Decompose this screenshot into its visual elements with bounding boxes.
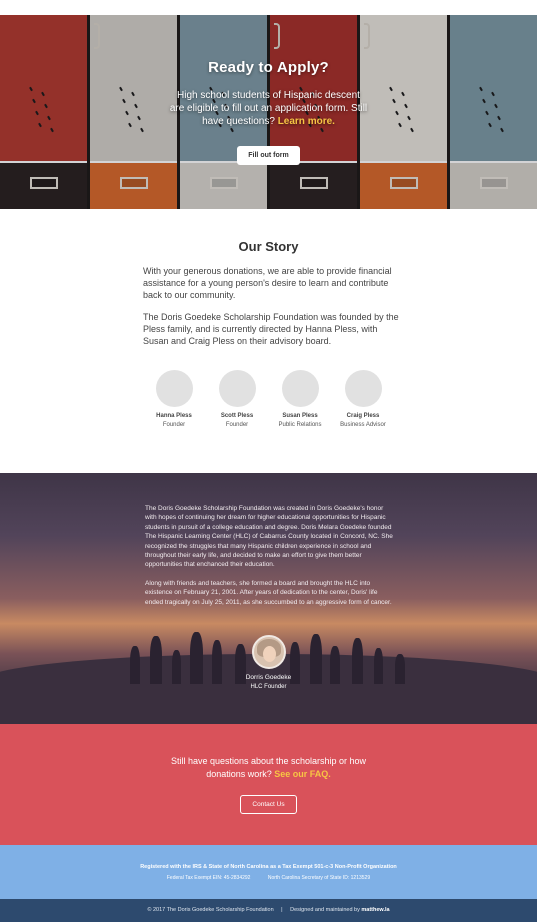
faq-link[interactable]: See our FAQ. [274, 769, 331, 779]
history-text: The Doris Goedeke Scholarship Foundation… [145, 504, 393, 607]
story-title: Our Story [238, 239, 299, 254]
learn-more-link[interactable]: Learn more. [278, 116, 335, 127]
hero-text: High school students of Hispanic descent… [169, 89, 369, 128]
hero-title: Ready to Apply? [208, 59, 329, 76]
history-paragraph-2: Along with friends and teachers, she for… [145, 579, 392, 606]
founder-name: Dorris Goedeke [245, 674, 292, 681]
hero-section: Ready to Apply? High school students of … [0, 15, 537, 209]
hero-description: High school students of Hispanic descent… [169, 90, 368, 127]
founder-role: HLC Founder [250, 684, 287, 690]
founder-card: Dorris Goedeke HLC Founder [0, 635, 537, 692]
founder-photo [251, 635, 286, 669]
story-paragraph-1: With your generous donations, we are abl… [143, 266, 392, 300]
avatar [218, 370, 256, 407]
member-name: Craig Pless [346, 413, 380, 419]
faq-text: Still have questions about the scholarsh… [160, 755, 377, 781]
fill-out-form-button[interactable]: Fill out form [237, 146, 300, 165]
faq-section: Still have questions about the scholarsh… [0, 724, 537, 845]
history-paragraph-1: The Doris Goedeke Scholarship Foundation… [145, 505, 393, 569]
avatar [344, 370, 382, 407]
registration-ids: Federal Tax Exempt EIN: 45-2834292 North… [0, 875, 537, 881]
history-section: The Doris Goedeke Scholarship Foundation… [0, 473, 537, 724]
designer-link[interactable]: matthew.la [361, 907, 389, 913]
our-story-section: Our Story With your generous donations, … [0, 209, 537, 473]
registration-info: Registered with the IRS & State of North… [0, 845, 537, 899]
team-member: Craig Pless Business Advisor [323, 370, 403, 430]
footer-separator: | [281, 907, 283, 913]
federal-ein: Federal Tax Exempt EIN: 45-2834292 [166, 875, 251, 881]
registration-title: Registered with the IRS & State of North… [140, 864, 397, 870]
faq-question: Still have questions about the scholarsh… [170, 756, 367, 779]
member-role: Business Advisor [340, 422, 386, 428]
footer: © 2017 The Doris Goedeke Scholarship Fou… [0, 899, 537, 922]
state-id: North Carolina Secretary of State ID: 12… [267, 875, 371, 881]
contact-us-button[interactable]: Contact Us [240, 795, 297, 814]
avatar [155, 370, 193, 407]
copyright: © 2017 The Doris Goedeke Scholarship Fou… [147, 907, 274, 913]
designed-by: Designed and maintained by [290, 907, 360, 913]
hero-content: Ready to Apply? High school students of … [0, 59, 537, 165]
avatar [281, 370, 319, 407]
story-paragraph-2: The Doris Goedeke Scholarship Foundation… [143, 312, 399, 346]
